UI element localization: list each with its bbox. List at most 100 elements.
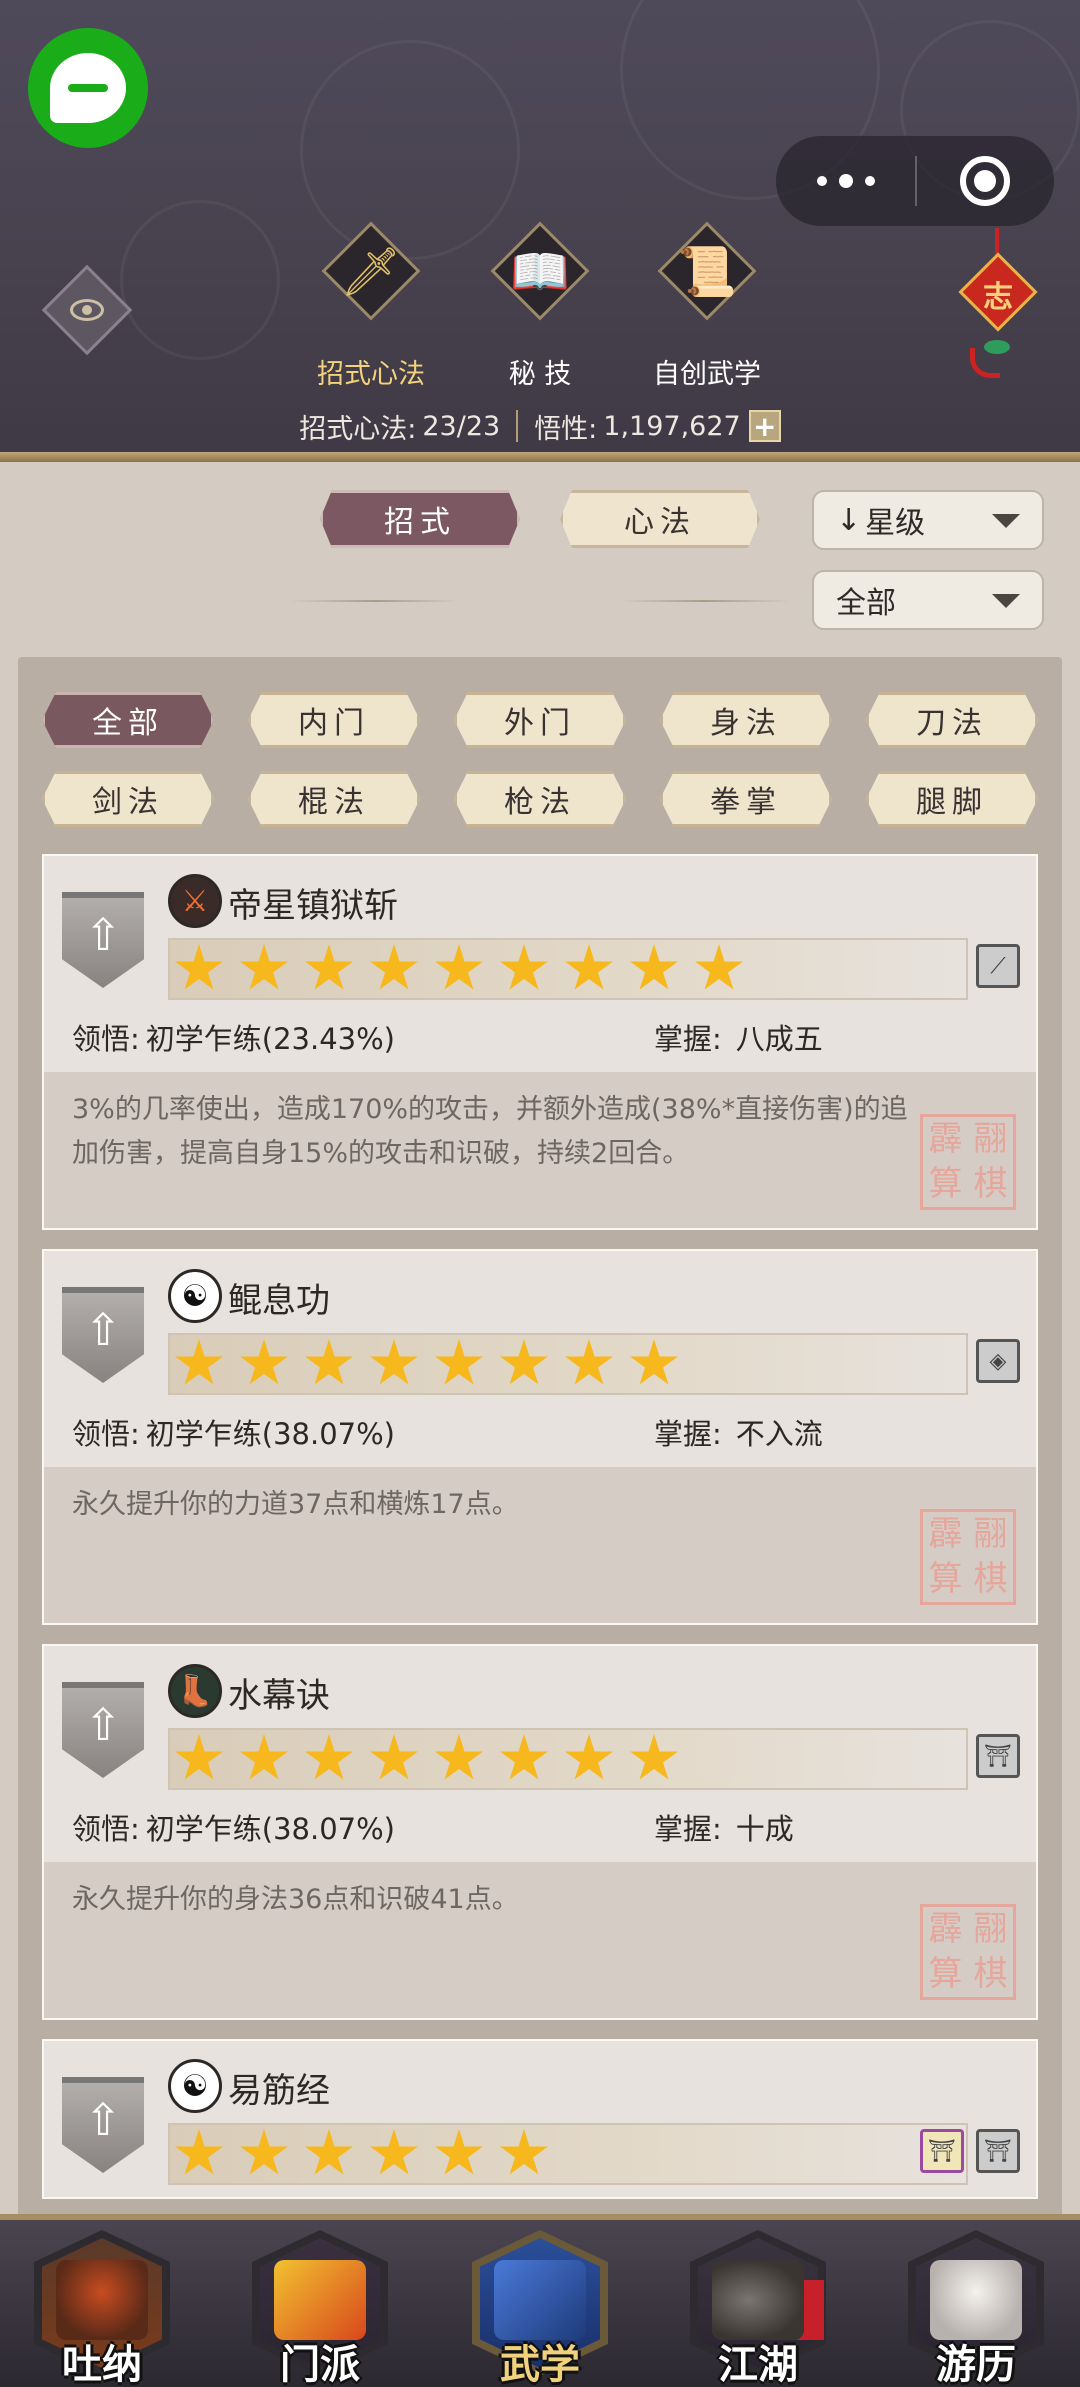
star-icon	[500, 2129, 548, 2175]
star-icon	[175, 2129, 223, 2175]
star-icon	[435, 1339, 483, 1385]
star-icon	[630, 1734, 678, 1780]
upgrade-icon[interactable]: ⇧	[62, 1287, 144, 1383]
category-tag-icon: ⟋	[976, 944, 1020, 988]
mastery-row: 掌握: 八成五	[654, 1022, 823, 1056]
banner-flag-icon	[274, 2260, 366, 2340]
star-icon	[435, 1734, 483, 1780]
mastery-row: 掌握: 不入流	[654, 1417, 823, 1451]
seal-stamp: 霹翮 算棋	[920, 1509, 1016, 1605]
skill-card[interactable]: ⇧ ☯ 鲲息功 ◈ 领悟: 初学乍练(38.07%) 掌握: 不入流 永久提升你的力…	[42, 1249, 1038, 1625]
star-icon	[630, 944, 678, 990]
category-tag-icon: ⛩	[976, 1734, 1020, 1778]
white-horse-icon	[930, 2260, 1022, 2340]
scroll-icon: 📜	[657, 221, 757, 330]
add-insight-button[interactable]: +	[748, 410, 781, 442]
green-boot-icon: 👢	[168, 1664, 222, 1718]
upgrade-icon[interactable]: ⇧	[62, 2077, 144, 2173]
moves-label: 招式心法:	[299, 413, 417, 445]
nav-sect[interactable]: 门派	[240, 2220, 400, 2387]
category-blade[interactable]: 刀法	[866, 692, 1038, 748]
skill-name: 帝星镇狱斩	[228, 886, 398, 926]
yin-yang-icon: ☯	[168, 2059, 222, 2113]
star-icon	[370, 2129, 418, 2175]
book-icon: 📖	[490, 221, 590, 330]
scope-dropdown[interactable]: 全部	[812, 570, 1044, 630]
star-rating	[168, 938, 968, 1000]
chevron-down-icon	[992, 514, 1020, 528]
star-icon	[630, 1339, 678, 1385]
sort-dropdown[interactable]: ↓ 星级	[812, 490, 1044, 550]
category-all[interactable]: 全部	[42, 692, 214, 748]
comprehension-value: 初学乍练(38.07%)	[145, 1812, 395, 1846]
chevron-down-icon	[992, 594, 1020, 608]
category-sword[interactable]: 剑法	[42, 771, 214, 827]
skill-fire-blade-icon: ⚔	[168, 874, 222, 928]
category-tag-icon: ⛩	[976, 2129, 1020, 2173]
seal-stamp: 霹翮 算棋	[920, 1114, 1016, 1210]
category-fist[interactable]: 拳掌	[660, 771, 832, 827]
category-movement[interactable]: 身法	[660, 692, 832, 748]
skill-card[interactable]: ⇧ ⚔ 帝星镇狱斩 ⟋ 领悟: 初学乍练(23.43%) 掌握: 八成五 3%的几率…	[42, 854, 1038, 1230]
yin-yang-icon: ☯	[168, 1269, 222, 1323]
star-icon	[565, 944, 613, 990]
nav-jianghu[interactable]: 江湖	[678, 2220, 838, 2387]
monk-icon	[56, 2260, 148, 2340]
star-icon	[175, 944, 223, 990]
wechat-chat-icon[interactable]	[28, 28, 148, 148]
stats-line: 招式心法: 23/23 悟性: 1,197,627 +	[0, 404, 1080, 448]
nav-martial-arts[interactable]: 武学	[460, 2220, 620, 2387]
chinese-knot-icon[interactable]: 志	[958, 228, 1038, 378]
star-icon	[500, 1734, 548, 1780]
category-tag-icon: ◈	[976, 1339, 1020, 1383]
star-icon	[435, 2129, 483, 2175]
star-icon	[240, 1339, 288, 1385]
star-icon	[565, 1339, 613, 1385]
comprehension-value: 初学乍练(38.07%)	[145, 1417, 395, 1451]
close-target-icon[interactable]	[917, 136, 1054, 226]
nav-travel[interactable]: 游历	[896, 2220, 1056, 2387]
star-icon	[565, 1734, 613, 1780]
divider-ornament	[290, 600, 460, 602]
mastery-row: 掌握: 十成	[654, 1812, 794, 1846]
straw-hat-icon	[712, 2260, 804, 2340]
category-staff[interactable]: 棍法	[248, 771, 420, 827]
skill-name: 水幕诀	[228, 1676, 330, 1716]
skill-description: 永久提升你的力道37点和横炼17点。	[72, 1489, 519, 1520]
star-rating	[168, 1333, 968, 1395]
star-icon	[695, 944, 743, 990]
comprehension-value: 初学乍练(23.43%)	[145, 1022, 395, 1056]
moves-value: 23/23	[422, 410, 501, 442]
category-inner[interactable]: 内门	[248, 692, 420, 748]
star-icon	[370, 944, 418, 990]
category-outer[interactable]: 外门	[454, 692, 626, 748]
tab-moves[interactable]: 招式	[320, 490, 520, 548]
seal-stamp: 霹翮 算棋	[920, 1904, 1016, 2000]
mastery-value: 不入流	[735, 1417, 823, 1451]
star-icon	[175, 1339, 223, 1385]
knot-char: 志	[983, 280, 1013, 315]
skill-card[interactable]: ⇧ 👢 水幕诀 ⛩ 领悟: 初学乍练(38.07%) 掌握: 十成 永久提升你的身法…	[42, 1644, 1038, 2020]
insight-label: 悟性:	[534, 413, 598, 445]
category-leg[interactable]: 腿脚	[866, 771, 1038, 827]
star-icon	[240, 944, 288, 990]
star-icon	[435, 944, 483, 990]
star-icon	[305, 1339, 353, 1385]
nav-breathing[interactable]: 吐纳	[22, 2220, 182, 2387]
mastery-value: 十成	[735, 1812, 794, 1846]
skill-card[interactable]: ⇧ ☯ 易筋经 ⛩ ⛩	[42, 2039, 1038, 2199]
purple-tag-icon: ⛩	[920, 2129, 964, 2173]
miniprogram-capsule	[775, 135, 1055, 227]
category-spear[interactable]: 枪法	[454, 771, 626, 827]
insight-value: 1,197,627	[603, 410, 741, 442]
upgrade-icon[interactable]: ⇧	[62, 1682, 144, 1778]
star-icon	[240, 2129, 288, 2175]
upgrade-icon[interactable]: ⇧	[62, 892, 144, 988]
tab-methods[interactable]: 心法	[560, 490, 760, 548]
star-rating	[168, 1728, 968, 1790]
mastery-value: 八成五	[735, 1022, 823, 1056]
sort-arrow-icon: ↓	[836, 502, 862, 538]
star-icon	[370, 1339, 418, 1385]
more-icon[interactable]	[776, 136, 915, 226]
header-border	[0, 452, 1080, 462]
